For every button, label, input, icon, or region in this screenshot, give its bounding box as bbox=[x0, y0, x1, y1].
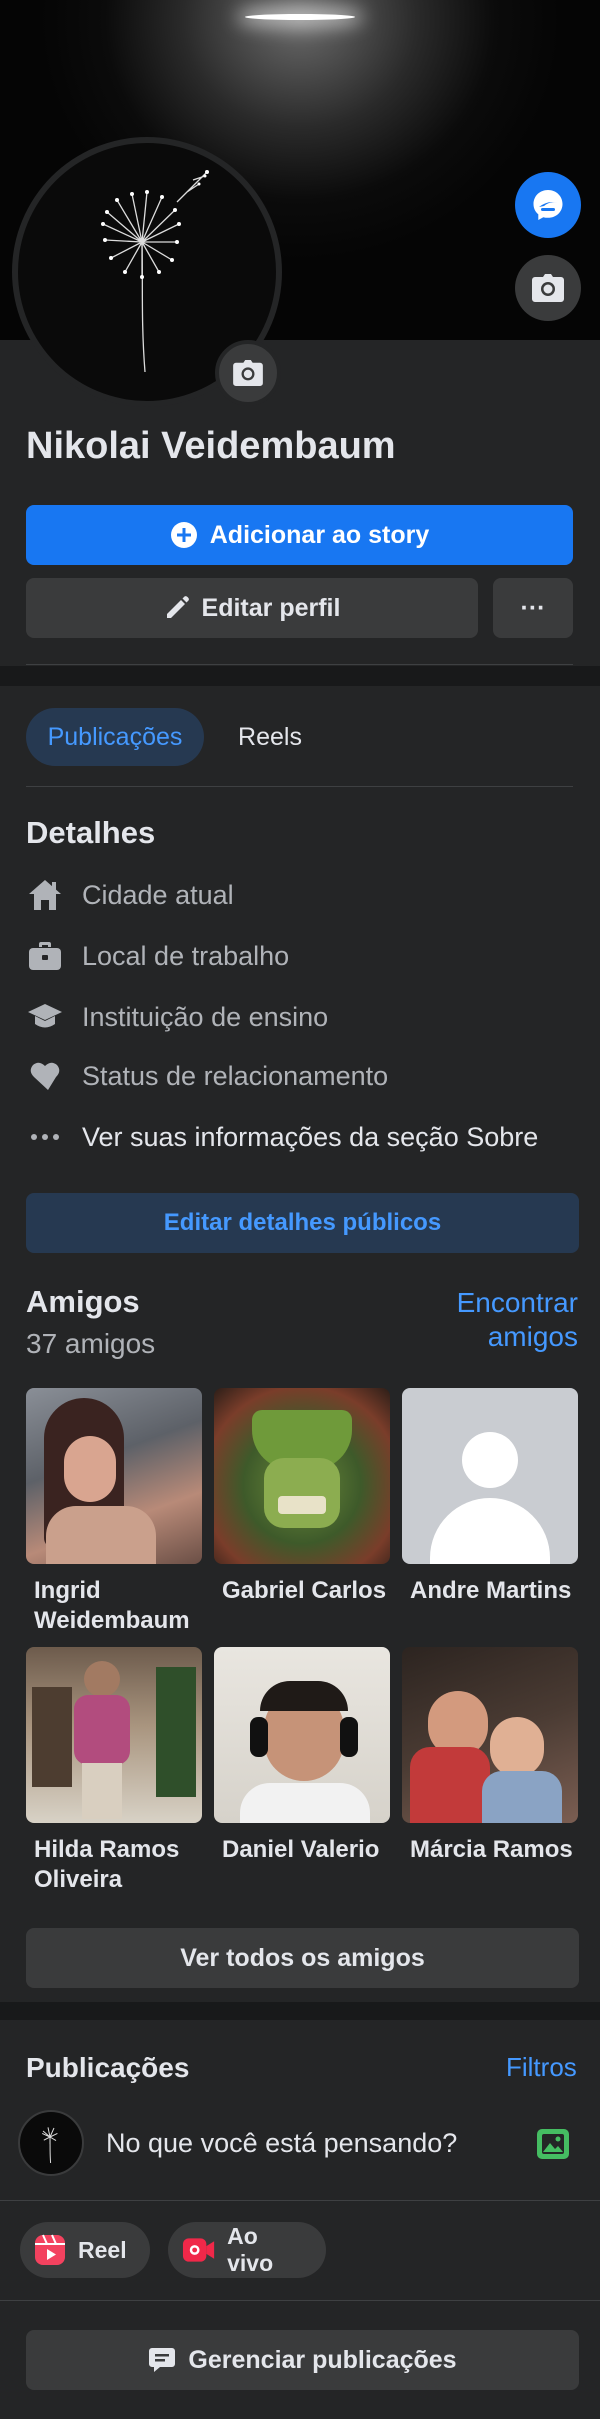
detail-label: Local de trabalho bbox=[82, 940, 290, 971]
composer-avatar[interactable] bbox=[18, 2110, 84, 2176]
detail-relationship[interactable]: Status de relacionamento bbox=[26, 1054, 388, 1098]
friend-card[interactable]: Daniel Valerio bbox=[214, 1647, 390, 1865]
edit-profile-label: Editar perfil bbox=[201, 593, 341, 622]
heart-icon bbox=[26, 1057, 64, 1095]
live-video-icon bbox=[182, 2238, 215, 2262]
reel-button[interactable]: Reel bbox=[20, 2222, 150, 2278]
reel-icon bbox=[35, 2234, 65, 2265]
posts-title: Publicações bbox=[26, 2052, 190, 2083]
edit-profile-button[interactable]: Editar perfil bbox=[26, 578, 478, 638]
manage-posts-button[interactable]: Gerenciar publicações bbox=[26, 2330, 579, 2390]
divider bbox=[26, 664, 573, 665]
friend-name: Ingrid Weidembaum bbox=[34, 1577, 190, 1634]
home-icon bbox=[26, 876, 64, 914]
filters-link[interactable]: Filtros bbox=[506, 2052, 577, 2083]
friend-photo bbox=[26, 1647, 202, 1823]
add-story-button[interactable]: Adicionar ao story bbox=[26, 505, 573, 565]
friend-photo bbox=[214, 1647, 390, 1823]
friend-photo bbox=[26, 1388, 202, 1564]
message-icon bbox=[149, 2348, 176, 2372]
detail-label: Ver suas informações da seção Sobre bbox=[82, 1121, 539, 1152]
reel-label: Reel bbox=[78, 2236, 127, 2263]
cover-camera-button[interactable] bbox=[515, 255, 581, 321]
detail-current-city[interactable]: Cidade atual bbox=[26, 873, 234, 917]
friend-photo bbox=[214, 1388, 390, 1564]
profile-name: Nikolai Veidembaum bbox=[26, 425, 396, 467]
composer-input[interactable]: No que você está pensando? bbox=[106, 2128, 457, 2159]
friend-card[interactable]: Ingrid Weidembaum bbox=[26, 1388, 202, 1636]
more-options-button[interactable]: ··· bbox=[493, 578, 573, 638]
detail-school[interactable]: Instituição de ensino bbox=[26, 995, 328, 1039]
camera-icon bbox=[233, 360, 263, 386]
friend-card[interactable]: Gabriel Carlos bbox=[214, 1388, 390, 1606]
section-separator bbox=[0, 2002, 600, 2020]
detail-label: Instituição de ensino bbox=[82, 1001, 329, 1032]
manage-posts-label: Gerenciar publicações bbox=[188, 2345, 457, 2374]
friend-photo bbox=[402, 1647, 578, 1823]
tab-publicacoes[interactable]: Publicações bbox=[26, 708, 204, 766]
details-title: Detalhes bbox=[26, 815, 156, 850]
messenger-icon bbox=[533, 190, 563, 220]
friend-card[interactable]: Hilda Ramos Oliveira bbox=[26, 1647, 202, 1895]
live-label: Ao vivo bbox=[227, 2223, 274, 2276]
avatar-camera-button[interactable] bbox=[215, 340, 281, 406]
live-button[interactable]: Ao vivo bbox=[168, 2222, 326, 2278]
detail-label: Status de relacionamento bbox=[82, 1060, 389, 1091]
friends-count: 37 amigos bbox=[26, 1328, 156, 1359]
edit-public-details-button[interactable]: Editar detalhes públicos bbox=[26, 1193, 579, 1253]
graduation-cap-icon bbox=[26, 998, 64, 1036]
detail-label: Cidade atual bbox=[82, 879, 234, 910]
friend-name: Hilda Ramos Oliveira bbox=[34, 1836, 180, 1893]
photo-icon[interactable] bbox=[536, 2128, 570, 2160]
cover-spotlight bbox=[245, 14, 355, 20]
ellipsis-icon bbox=[26, 1118, 64, 1156]
divider bbox=[0, 2200, 600, 2201]
friend-name: Andre Martins bbox=[410, 1577, 572, 1604]
detail-workplace[interactable]: Local de trabalho bbox=[26, 934, 289, 978]
friend-name: Daniel Valerio bbox=[222, 1836, 380, 1863]
section-separator bbox=[0, 666, 600, 686]
divider bbox=[26, 786, 573, 787]
dandelion-image bbox=[101, 170, 209, 373]
see-all-friends-button[interactable]: Ver todos os amigos bbox=[26, 1928, 579, 1988]
messenger-button[interactable] bbox=[515, 172, 581, 238]
plus-circle-icon bbox=[170, 522, 197, 548]
friends-title: Amigos bbox=[26, 1284, 140, 1319]
friend-name: Márcia Ramos bbox=[410, 1836, 573, 1863]
friend-name: Gabriel Carlos bbox=[222, 1577, 387, 1604]
tab-reels[interactable]: Reels bbox=[210, 708, 330, 766]
briefcase-icon bbox=[26, 937, 64, 975]
camera-icon bbox=[532, 274, 564, 302]
friend-card[interactable]: Andre Martins bbox=[402, 1388, 578, 1606]
pencil-icon bbox=[166, 596, 189, 618]
divider bbox=[0, 2300, 600, 2301]
add-story-label: Adicionar ao story bbox=[209, 520, 430, 549]
detail-see-about[interactable]: Ver suas informações da seção Sobre bbox=[26, 1115, 538, 1159]
ellipsis-icon: ··· bbox=[520, 593, 546, 622]
find-friends-link[interactable]: Encontrar amigos bbox=[398, 1286, 578, 1354]
default-avatar-photo bbox=[402, 1388, 578, 1564]
dandelion-image bbox=[41, 2127, 58, 2164]
friend-card[interactable]: Márcia Ramos bbox=[402, 1647, 578, 1865]
